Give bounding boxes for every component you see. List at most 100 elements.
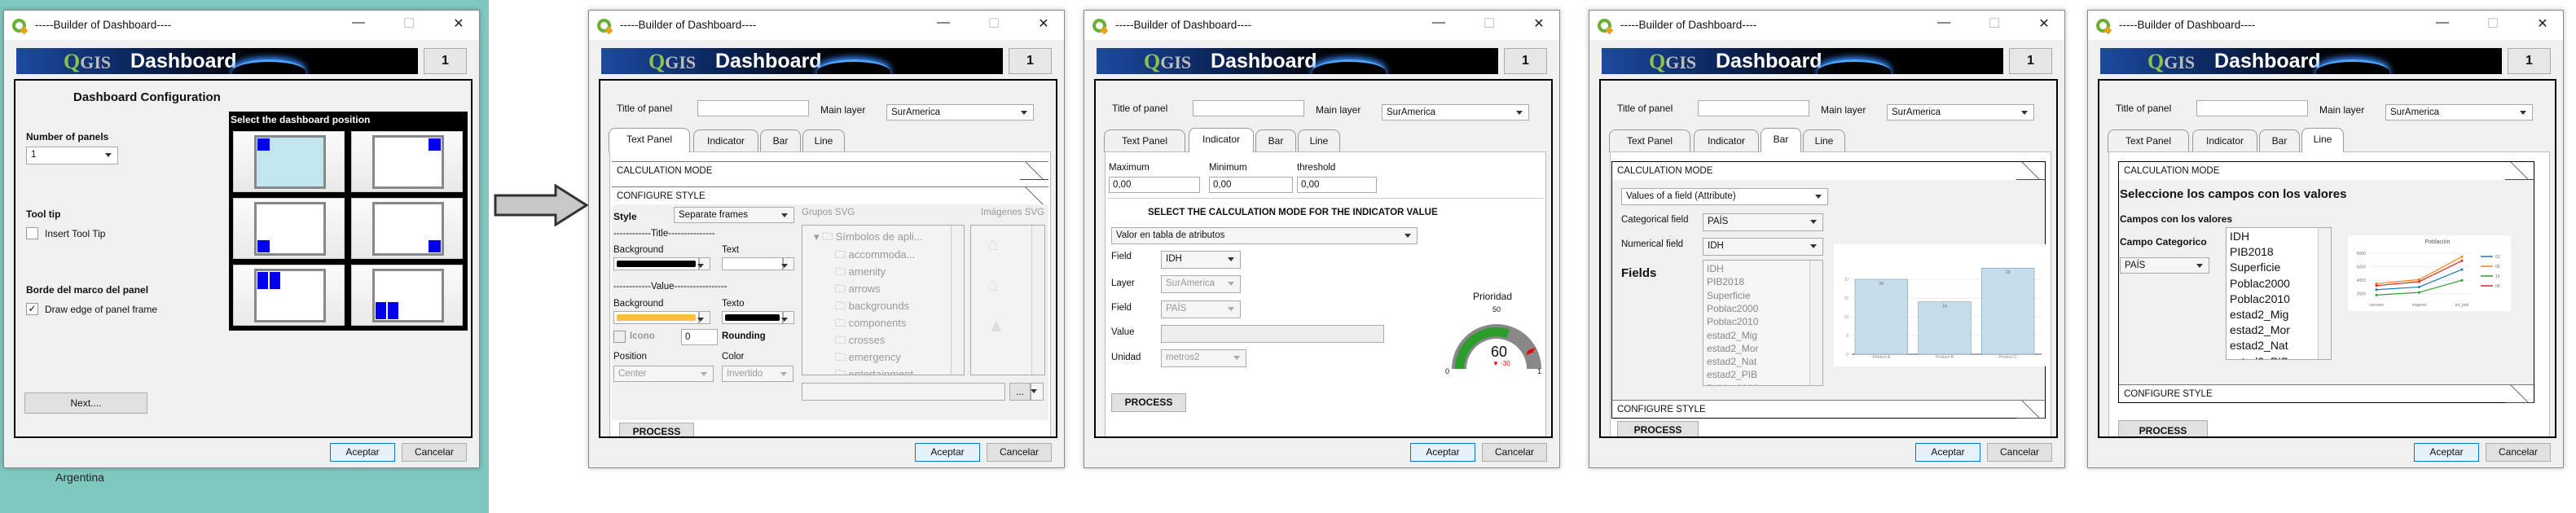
tab-text-panel[interactable]: Text Panel [1609,129,1690,152]
bar-fields-list[interactable]: IDH PIB2018 Superficie Poblac2000 Poblac2010… [1703,260,1823,386]
close-icon[interactable]: ✕ [1527,15,1551,32]
accept-button[interactable]: Aceptar [915,443,980,462]
title-bar[interactable]: -----Builder of Dashboard---- — ☐ ✕ [1589,11,2064,40]
title-of-panel-input[interactable] [697,100,809,116]
field-list-item[interactable]: estad2_PIB [1707,369,1757,380]
minimum-spinbox[interactable]: 0,00 [1209,177,1293,193]
color-select[interactable]: Invertido [722,366,793,382]
cancel-button[interactable]: Cancelar [1482,443,1547,462]
tab-bar[interactable]: Bar [1255,129,1296,152]
field-select[interactable]: IDH [1161,251,1241,269]
field-list-item[interactable]: Poblac2010 [1707,316,1758,327]
accept-button[interactable]: Aceptar [2414,443,2479,462]
minimize-icon[interactable]: — [346,15,371,30]
maximize-icon[interactable]: ☐ [1477,15,1501,32]
close-icon[interactable]: ✕ [2032,15,2056,32]
minimize-icon[interactable]: — [1932,15,1956,30]
svg-images-scrollbar[interactable] [1031,226,1044,375]
tab-indicator[interactable]: Indicator [1189,128,1254,152]
tab-line[interactable]: Line [802,129,845,152]
svg-folder-item[interactable]: 🗀 emergency [835,350,901,368]
field2-select[interactable]: PAÍS [1161,300,1241,318]
unit-select[interactable]: metros2 [1161,349,1246,367]
svg-images-list[interactable]: ⌂ ⌂ ▲ [970,225,1045,375]
field-list-item[interactable]: estad2_Mor [1707,343,1758,354]
main-layer-select[interactable]: SurAmerica [886,104,1034,121]
tab-bar[interactable]: Bar [2259,129,2300,152]
title-bar[interactable]: -----Builder of Dashboard---- — ☐ ✕ [4,11,479,40]
main-layer-select[interactable]: SurAmerica [2385,104,2533,121]
title-bar[interactable]: -----Builder of Dashboard---- — ☐ ✕ [2088,11,2563,40]
svg-image-icon[interactable]: ⌂ [987,234,998,255]
close-icon[interactable]: ✕ [2530,15,2555,32]
cancel-button[interactable]: Cancelar [1987,443,2052,462]
position-option-bottom-right[interactable] [351,198,463,259]
bar-fields-scrollbar[interactable] [1809,261,1822,385]
maximum-spinbox[interactable]: 0,00 [1109,177,1200,193]
insert-tooltip-checkbox[interactable] [26,227,38,239]
field-list-item[interactable]: PIB2018 [1707,276,1744,287]
svg-folder-item[interactable]: 🗀 accommoda... [835,248,915,265]
bar-calc-mode-select[interactable]: Values of a field (Attribute) [1621,188,1828,205]
value-input[interactable] [1161,325,1384,343]
tab-indicator[interactable]: Indicator [1694,129,1759,152]
next-button[interactable]: Next.... [24,392,147,414]
minimize-icon[interactable]: — [2430,15,2455,30]
tab-text-panel[interactable]: Text Panel [1104,129,1185,152]
main-layer-select[interactable]: SurAmerica [1887,104,2034,121]
field-list-item[interactable]: Superficie [1707,290,1750,301]
process-button[interactable]: PROCESS [1111,393,1186,412]
style-select[interactable]: Separate frames [674,207,794,223]
calc-mode-select[interactable]: Valor en tabla de atributos [1111,227,1418,244]
svg-root-folder[interactable]: ▾ 🗀 Símbolos de apli... [814,230,923,248]
categorical-field-select[interactable]: PAÍS [2120,257,2209,274]
draw-edge-checkbox[interactable]: ✓ [26,303,38,315]
tab-text-panel[interactable]: Text Panel [609,128,690,152]
close-icon[interactable]: ✕ [1031,15,1056,32]
cancel-button[interactable]: Cancelar [402,443,467,462]
configure-style-header[interactable]: CONFIGURE STYLE [2119,384,2534,403]
value-text-color-button[interactable] [722,311,783,324]
position-option-top-left-double[interactable] [233,265,345,326]
accept-button[interactable]: Aceptar [330,443,395,462]
browse-svg-dropdown[interactable] [1031,383,1044,401]
panel-number-button[interactable]: 1 [1009,48,1052,74]
title-text-color-dropdown[interactable] [781,257,794,270]
calculation-mode-header[interactable]: CALCULATION MODE [2119,162,2534,180]
title-text-color-button[interactable] [722,257,783,270]
position-option-bottom-left-double[interactable] [351,265,463,326]
field-list-item[interactable]: estad2_Mig [1707,330,1757,341]
svg-image-icon[interactable]: ⌂ [987,274,998,296]
tab-line[interactable]: Line [1803,129,1845,152]
panel-number-button[interactable]: 1 [2508,48,2551,74]
line-fields-list[interactable]: IDH PIB2018 Superficie Poblac2000 Poblac2010… [2226,227,2332,360]
cancel-button[interactable]: Cancelar [2486,443,2551,462]
tab-text-panel[interactable]: Text Panel [2108,129,2189,152]
line-fields-scrollbar[interactable] [2318,228,2331,359]
maximize-icon[interactable]: ☐ [982,15,1006,32]
field-list-item[interactable]: Poblac2000 [2230,277,2290,290]
field-list-item[interactable]: estad2_Mig [2230,308,2288,321]
panel-number-button[interactable]: 1 [424,48,467,74]
field-list-item[interactable]: Poblac2000 [1707,303,1758,314]
svg-groups-scrollbar[interactable] [951,226,964,375]
field-list-item[interactable]: PIB2018 [2230,245,2274,258]
field-list-item[interactable]: estad2_Nat [1707,356,1756,367]
svg-folder-item[interactable]: 🗀 crosses [835,333,885,351]
minimize-icon[interactable]: — [1426,15,1451,30]
process-button[interactable]: PROCESS [619,423,694,436]
position-select[interactable]: Center [613,366,714,382]
field-list-item[interactable]: Poblac2010 [2230,292,2290,305]
maximize-icon[interactable]: ☐ [2481,15,2505,32]
position-option-bottom-left[interactable] [233,198,345,259]
num-panels-select[interactable]: 1 [26,147,118,164]
accept-button[interactable]: Aceptar [1915,443,1980,462]
title-bar[interactable]: -----Builder of Dashboard---- — ☐ ✕ [1084,11,1559,40]
title-background-color-dropdown[interactable] [697,257,710,270]
icono-checkbox[interactable] [613,331,626,343]
calculation-mode-header[interactable]: CALCULATION MODE [612,161,1048,180]
title-of-panel-input[interactable] [2196,100,2308,116]
process-button[interactable]: PROCESS [1617,421,1699,436]
title-bar[interactable]: -----Builder of Dashboard---- — ☐ ✕ [589,11,1064,40]
maximize-icon[interactable]: ☐ [1982,15,2007,32]
